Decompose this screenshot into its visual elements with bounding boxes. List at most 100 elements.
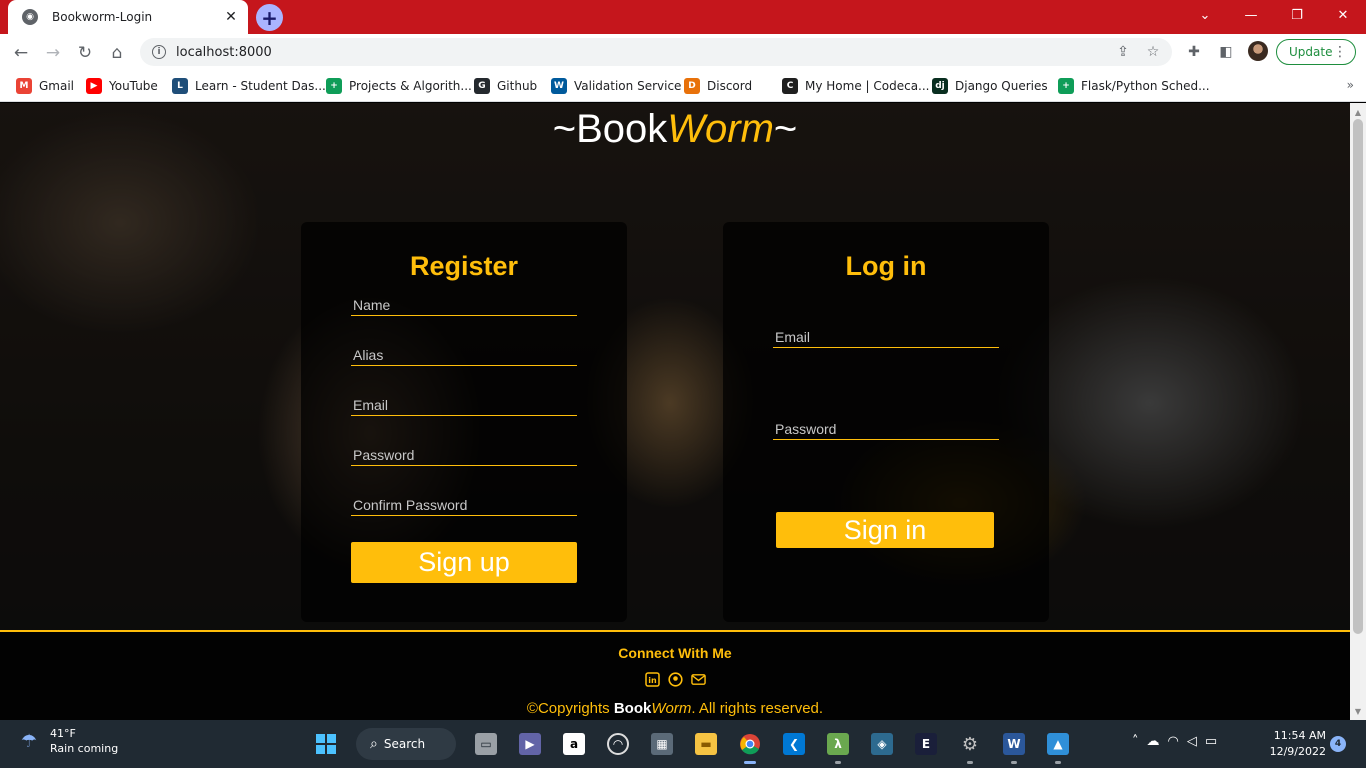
scroll-thumb[interactable] (1353, 119, 1363, 634)
url-text[interactable]: localhost:8000 (176, 45, 1112, 60)
weather-widget[interactable]: ☂ 41°F Rain coming (16, 726, 118, 756)
browser-tab[interactable]: ◉ Bookworm-Login ✕ (8, 0, 248, 34)
start-button[interactable] (308, 726, 344, 762)
name-field[interactable]: Name (351, 294, 577, 316)
login-email-field[interactable]: Email (773, 326, 999, 348)
notification-badge[interactable]: 4 (1330, 736, 1346, 752)
bookmark-item[interactable]: dj Django Queries (932, 76, 1048, 96)
bookmark-label: Flask/Python Sched... (1081, 79, 1210, 93)
minimize-button[interactable]: — (1228, 0, 1274, 30)
task-view-icon[interactable]: ▭ (468, 726, 504, 762)
extensions-puzzle-icon[interactable]: ✚ (1184, 42, 1204, 62)
clock[interactable]: 11:54 AM 12/9/2022 (1262, 728, 1326, 760)
page-footer: Connect With Me in ©Copyrights BookWorm.… (0, 630, 1350, 720)
volume-icon[interactable]: ◁ (1187, 734, 1197, 749)
scroll-up-icon[interactable]: ▲ (1350, 105, 1366, 119)
system-tray: ˄ ☁ ◠ ◁ ▭ (1132, 734, 1217, 749)
update-label: Update (1289, 45, 1333, 59)
reload-icon[interactable]: ↻ (72, 40, 98, 66)
close-window-button[interactable]: ✕ (1320, 0, 1366, 30)
taskbar-apps: ⌕ Search ▭ ▶ a ◠ ▦ ▬ ❮ λ ◈ E ⚙ W ▲ (308, 726, 1076, 764)
vscode-icon[interactable]: ❮ (776, 726, 812, 762)
file-explorer-icon[interactable]: ▬ (688, 726, 724, 762)
more-menu-icon[interactable]: ⋮ (1333, 44, 1347, 60)
shield-app-icon[interactable]: ◠ (600, 726, 636, 762)
onedrive-cloud-icon[interactable]: ☁ (1147, 734, 1160, 749)
codecademy-icon: C (782, 78, 798, 94)
sign-up-button[interactable]: Sign up (351, 542, 577, 583)
calculator-icon[interactable]: ▦ (644, 726, 680, 762)
globe-icon: ◉ (22, 9, 38, 25)
brand-logo: ~BookWorm~ (0, 107, 1350, 152)
forward-arrow-icon[interactable]: → (40, 40, 66, 66)
youtube-icon: ▶ (86, 78, 102, 94)
more-bookmarks-icon[interactable]: » (1347, 78, 1354, 92)
bookmark-item[interactable]: D Discord (684, 76, 752, 96)
copyright-suffix: . All rights reserved. (691, 700, 824, 717)
login-password-field[interactable]: Password (773, 418, 999, 440)
email-icon[interactable] (690, 672, 706, 687)
side-panel-icon[interactable]: ◧ (1216, 42, 1236, 62)
bookmark-label: My Home | Codeca... (805, 79, 930, 93)
share-icon[interactable]: ⇪ (1112, 44, 1134, 60)
word-icon[interactable]: W (996, 726, 1032, 764)
amazon-icon[interactable]: a (556, 726, 592, 762)
register-title: Register (409, 251, 519, 281)
close-tab-icon[interactable]: ✕ (222, 8, 240, 26)
tab-search-icon[interactable]: ⌄ (1182, 0, 1228, 30)
gmail-icon: M (16, 78, 32, 94)
bookmark-item[interactable]: G Github (474, 76, 537, 96)
tab-title: Bookworm-Login (52, 10, 153, 24)
bookmark-item[interactable]: M Gmail (16, 76, 74, 96)
battery-icon[interactable]: ▭ (1205, 734, 1217, 749)
app-lambda-icon[interactable]: λ (820, 726, 856, 764)
copyright-prefix: ©Copyrights (526, 700, 614, 717)
bookmark-item[interactable]: + Projects & Algorith... (326, 76, 472, 96)
linkedin-icon[interactable]: in (644, 672, 660, 687)
chrome-icon[interactable] (732, 726, 768, 764)
terminal-icon[interactable]: E (908, 726, 944, 762)
register-panel: Register Name Alias Email Password Confi… (301, 222, 627, 622)
new-tab-button[interactable]: + (256, 4, 283, 31)
bookmark-label: YouTube (109, 79, 158, 93)
settings-gear-icon[interactable]: ⚙ (952, 726, 988, 764)
register-password-field[interactable]: Password (351, 444, 577, 466)
github-icon[interactable] (667, 672, 683, 687)
photos-icon[interactable]: ▲ (1040, 726, 1076, 764)
bookmark-star-icon[interactable]: ☆ (1142, 44, 1164, 60)
bookmark-label: Validation Service (574, 79, 682, 93)
info-icon[interactable]: i (152, 45, 166, 59)
profile-avatar[interactable] (1248, 41, 1268, 61)
wifi-icon[interactable]: ◠ (1168, 734, 1179, 749)
bookmark-label: Learn - Student Das... (195, 79, 326, 93)
windows-taskbar: ☂ 41°F Rain coming ⌕ Search ▭ ▶ a ◠ ▦ ▬ … (0, 720, 1366, 768)
bookmark-item[interactable]: L Learn - Student Das... (172, 76, 326, 96)
register-email-field[interactable]: Email (351, 394, 577, 416)
copyright-text: ©Copyrights BookWorm. All rights reserve… (0, 700, 1350, 717)
page-scrollbar[interactable]: ▲ ▼ (1350, 103, 1366, 720)
scroll-down-icon[interactable]: ▼ (1350, 704, 1366, 718)
w3c-icon: W (551, 78, 567, 94)
bookmark-item[interactable]: + Flask/Python Sched... (1058, 76, 1210, 96)
back-arrow-icon[interactable]: ← (8, 40, 34, 66)
search-label: Search (383, 737, 426, 751)
sheets-icon: + (326, 78, 342, 94)
teams-chat-icon[interactable]: ▶ (512, 726, 548, 762)
taskbar-search[interactable]: ⌕ Search (356, 728, 456, 760)
chevron-up-icon[interactable]: ˄ (1132, 734, 1139, 749)
browser-toolbar: ← → ↻ ⌂ i localhost:8000 ⇪ ☆ ✚ ◧ Update … (0, 34, 1366, 70)
mysql-workbench-icon[interactable]: ◈ (864, 726, 900, 762)
restore-button[interactable]: ❐ (1274, 0, 1320, 30)
django-icon: dj (932, 78, 948, 94)
alias-field[interactable]: Alias (351, 344, 577, 366)
update-button[interactable]: Update ⋮ (1276, 39, 1356, 65)
confirm-password-field[interactable]: Confirm Password (351, 494, 577, 516)
address-bar[interactable]: i localhost:8000 ⇪ ☆ (140, 38, 1172, 66)
bookmark-item[interactable]: C My Home | Codeca... (782, 76, 930, 96)
bookmark-item[interactable]: ▶ YouTube (86, 76, 158, 96)
bookmark-label: Discord (707, 79, 753, 93)
home-icon[interactable]: ⌂ (104, 40, 130, 66)
bookmark-item[interactable]: W Validation Service (551, 76, 681, 96)
bookmarks-bar: » M Gmail ▶ YouTube L Learn - Student Das... +… (0, 70, 1366, 102)
sign-in-button[interactable]: Sign in (776, 512, 994, 548)
